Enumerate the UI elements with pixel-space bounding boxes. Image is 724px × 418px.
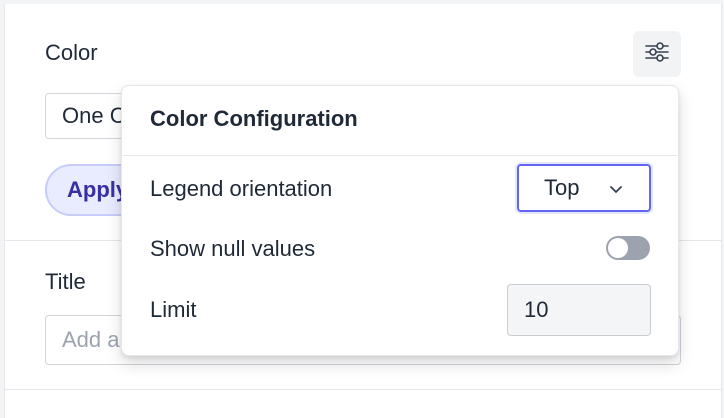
limit-label: Limit xyxy=(150,297,197,322)
popover-divider xyxy=(122,155,678,156)
title-section-label: Title xyxy=(45,269,86,294)
section-divider xyxy=(5,389,721,390)
legend-orientation-label: Legend orientation xyxy=(150,176,333,201)
legend-orientation-select[interactable]: Top xyxy=(517,164,651,212)
color-configuration-popover: Color Configuration Legend orientation T… xyxy=(121,85,679,356)
legend-orientation-value: Top xyxy=(544,175,580,200)
color-section-label: Color xyxy=(45,40,98,65)
chevron-down-icon xyxy=(609,182,623,200)
show-null-values-toggle[interactable] xyxy=(606,236,650,260)
apply-chip-label: Apply xyxy=(67,177,129,202)
popover-title: Color Configuration xyxy=(150,106,358,131)
toggle-knob xyxy=(608,238,628,258)
sliders-icon xyxy=(644,41,670,68)
show-null-values-label: Show null values xyxy=(150,236,316,261)
limit-input[interactable] xyxy=(507,284,651,336)
color-settings-button[interactable] xyxy=(633,31,681,77)
